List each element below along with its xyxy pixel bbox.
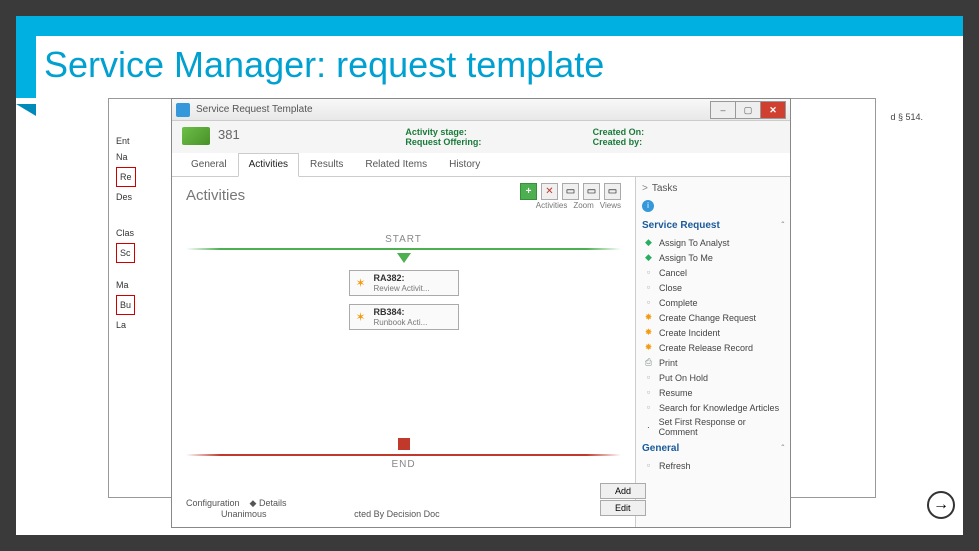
add-button[interactable]: Add — [600, 483, 646, 499]
task-item[interactable]: ▫Cancel — [642, 265, 784, 280]
task-item[interactable]: ▫Search for Knowledge Articles — [642, 400, 784, 415]
right-fragment: d § 514. — [890, 112, 923, 122]
request-offering-label: Request Offering: — [405, 137, 592, 147]
task-item[interactable]: ▫Put On Hold — [642, 370, 784, 385]
created-on-label: Created On: — [593, 127, 780, 137]
task-item[interactable]: ▫Complete — [642, 295, 784, 310]
window-title: Service Request Template — [196, 104, 313, 115]
start-arrow-icon — [397, 253, 411, 263]
start-label: START — [186, 234, 621, 245]
task-item[interactable]: ⎙Print — [642, 355, 784, 370]
edit-button[interactable]: Edit — [600, 500, 646, 516]
next-slide-button[interactable]: → — [927, 491, 955, 519]
minimize-button[interactable]: – — [710, 101, 736, 119]
window-titlebar: Service Request Template – ▢ ✕ — [172, 99, 790, 121]
toolbar-button-2[interactable]: ▭ — [583, 183, 600, 200]
created-by-label: Created by: — [593, 137, 780, 147]
tab-general[interactable]: General — [180, 153, 238, 176]
tab-strip: General Activities Results Related Items… — [172, 153, 790, 177]
toolbar-label-zoom: Zoom — [573, 201, 593, 210]
app-icon — [176, 103, 190, 117]
tab-history[interactable]: History — [438, 153, 491, 176]
activity-node-rb384[interactable]: ✶ RB384:Runbook Acti... — [349, 304, 459, 330]
task-item[interactable]: ▫Resume — [642, 385, 784, 400]
request-id: 381 — [218, 127, 240, 142]
close-button[interactable]: ✕ — [760, 101, 786, 119]
toolbar-button-1[interactable]: ▭ — [562, 183, 579, 200]
task-item[interactable]: ✸Create Release Record — [642, 340, 784, 355]
task-item[interactable]: ◆Assign To Analyst — [642, 235, 784, 250]
tasks-panel: Tasks i Service Requestˆ ◆Assign To Anal… — [635, 177, 790, 527]
toolbar-label-views: Views — [600, 201, 621, 210]
toolbar-label-activities: Activities — [536, 201, 568, 210]
toolbar-button-3[interactable]: ▭ — [604, 183, 621, 200]
section-general[interactable]: Generalˆ — [642, 443, 784, 454]
activity-icon: ✶ — [356, 276, 370, 290]
tab-activities[interactable]: Activities — [238, 153, 299, 177]
background-window-right — [776, 98, 876, 498]
ticket-icon — [182, 127, 210, 145]
tab-results[interactable]: Results — [299, 153, 354, 176]
tasks-header: Tasks — [642, 183, 784, 194]
slide-title: Service Manager: request template — [44, 44, 943, 86]
task-item[interactable]: ▫Refresh — [642, 458, 784, 473]
task-item[interactable]: ✸Create Incident — [642, 325, 784, 340]
task-item[interactable]: ◆Assign To Me — [642, 250, 784, 265]
info-icon: i — [642, 200, 654, 212]
add-activity-button[interactable]: + — [520, 183, 537, 200]
maximize-button[interactable]: ▢ — [735, 101, 761, 119]
activity-node-ra382[interactable]: ✶ RA382:Review Activit... — [349, 270, 459, 296]
activities-canvas: Activities + ✕ ▭ ▭ ▭ Activities Zoom Vie… — [172, 177, 635, 527]
tab-related-items[interactable]: Related Items — [354, 153, 438, 176]
activity-stage-label: Activity stage: — [405, 127, 592, 137]
section-service-request[interactable]: Service Requestˆ — [642, 220, 784, 231]
end-stop-icon — [398, 438, 410, 450]
service-request-template-window: Service Request Template – ▢ ✕ 381 Activ… — [171, 98, 791, 528]
bottom-fragments: Configuration ◆ Details Unanimous cted B… — [186, 498, 440, 519]
activity-icon: ✶ — [356, 310, 370, 324]
task-item[interactable]: ·Set First Response or Comment — [642, 415, 784, 439]
task-item[interactable]: ✸Create Change Request — [642, 310, 784, 325]
end-label: END — [186, 459, 621, 470]
task-item[interactable]: ▫Close — [642, 280, 784, 295]
left-fragments: Ent Na Re Des Clas Sc Ma Bu La — [116, 133, 136, 333]
delete-activity-button[interactable]: ✕ — [541, 183, 558, 200]
